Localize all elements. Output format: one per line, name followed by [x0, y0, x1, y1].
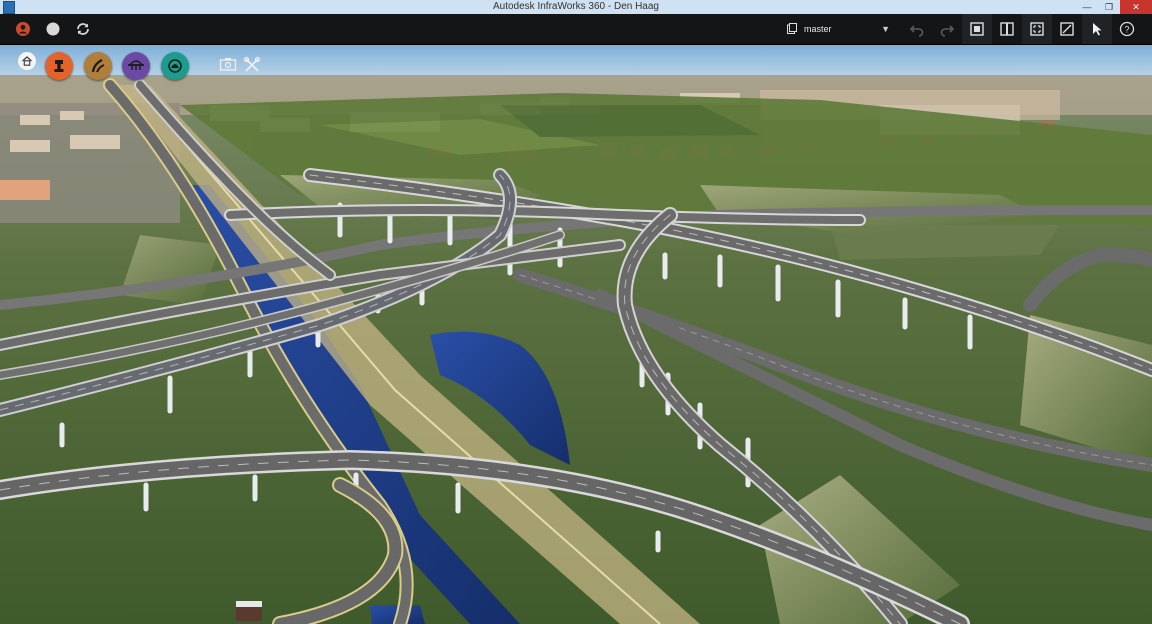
close-icon[interactable]: ✕	[1120, 0, 1152, 14]
toolbar-right-group: ?	[902, 14, 1142, 44]
intersection-tool-icon[interactable]	[84, 52, 112, 80]
window-title: Autodesk InfraWorks 360 - Den Haag	[492, 1, 659, 12]
redo-icon[interactable]	[932, 14, 962, 44]
undo-icon[interactable]	[902, 14, 932, 44]
tunnel-tool-icon[interactable]	[161, 52, 189, 80]
home-icon[interactable]	[18, 52, 36, 70]
interchange-scene[interactable]	[0, 45, 1152, 624]
fit-icon[interactable]	[1022, 14, 1052, 44]
branch-label: master	[804, 24, 832, 34]
toolbar-left-group	[14, 20, 92, 38]
svg-text:?: ?	[1124, 24, 1129, 34]
branch-icon	[787, 23, 797, 34]
window-controls: — ❐ ✕	[1076, 0, 1152, 14]
roads-tool-icon[interactable]	[45, 52, 73, 80]
main-toolbar: master ▼ ?	[0, 14, 1152, 45]
restore-icon[interactable]: ❐	[1098, 0, 1120, 14]
help-icon[interactable]: ?	[1112, 14, 1142, 44]
title-bar: Autodesk InfraWorks 360 - Den Haag — ❐ ✕	[0, 0, 1152, 15]
3d-viewport[interactable]	[0, 45, 1152, 624]
circle-icon[interactable]	[44, 20, 62, 38]
settings-tools-icon[interactable]	[242, 55, 262, 75]
chevron-down-icon: ▼	[881, 24, 890, 34]
panel-icon[interactable]	[992, 14, 1022, 44]
sync-icon[interactable]	[74, 20, 92, 38]
minimize-icon[interactable]: —	[1076, 0, 1098, 14]
profile-icon[interactable]	[14, 20, 32, 38]
vehicle-roof	[236, 601, 262, 607]
branch-selector[interactable]: master ▼	[780, 20, 898, 38]
bridge-tool-icon[interactable]	[122, 52, 150, 80]
capture-icon[interactable]	[218, 55, 238, 75]
select-pointer-icon[interactable]	[1082, 14, 1112, 44]
edit-icon[interactable]	[1052, 14, 1082, 44]
model-icon[interactable]	[962, 14, 992, 44]
